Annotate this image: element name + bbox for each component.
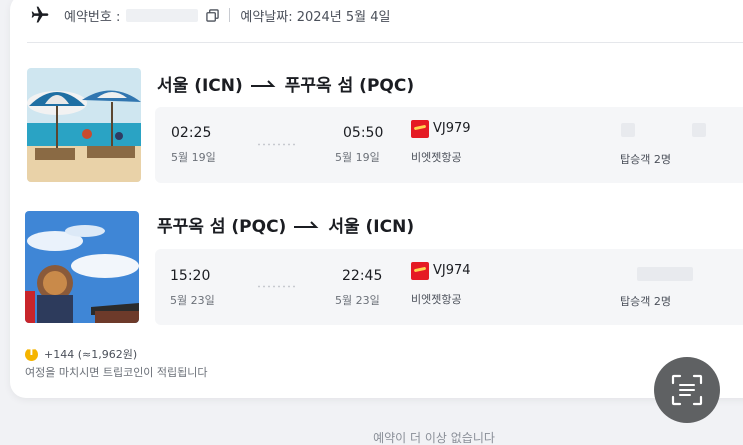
trip-coin-reward: +144 (≈1,962원)	[25, 346, 137, 362]
scan-button[interactable]	[654, 357, 720, 423]
reward-note: 여정을 마치시면 트립코인이 적립됩니다	[25, 366, 208, 379]
beach-thumbnail	[27, 68, 141, 182]
arrive-date: 5월 19일	[335, 151, 380, 164]
flight-line	[258, 285, 298, 288]
route-destination: 서울 (ICN)	[328, 217, 415, 237]
arrive-time: 05:50	[343, 125, 384, 141]
booking-date: 예약날짜: 2024년 5월 4일	[240, 9, 391, 25]
route-origin: 푸꾸옥 섬 (PQC)	[157, 217, 287, 237]
scan-document-icon	[671, 374, 703, 406]
depart-date: 5월 19일	[171, 151, 216, 164]
airplane-icon	[31, 6, 49, 23]
booking-header: 예약번호 : 예약날짜: 2024년 5월 4일	[30, 0, 390, 30]
flight-line	[258, 143, 298, 146]
route-origin: 서울 (ICN)	[157, 76, 243, 96]
route-destination: 푸꾸옥 섬 (PQC)	[284, 76, 415, 96]
booking-number-label: 예약번호 :	[64, 9, 121, 25]
airline-name: 비엣젯항공	[411, 151, 462, 164]
header-divider	[229, 8, 231, 22]
vietjet-logo-icon	[411, 262, 429, 280]
arrive-date: 5월 23일	[335, 294, 380, 307]
airline-name: 비엣젯항공	[411, 293, 462, 306]
booking-card[interactable]	[10, 0, 743, 398]
seoul-thumbnail	[25, 211, 139, 323]
depart-date: 5월 23일	[170, 294, 215, 307]
flight-number: VJ979	[433, 121, 471, 136]
blurred-passenger-info	[621, 123, 635, 137]
flight-detail-box[interactable]: 15:20 5월 23일 22:45 5월 23일 VJ974 비엣젯항공 탑승…	[155, 249, 743, 325]
route-title: 서울 (ICN) 푸꾸옥 섬 (PQC)	[157, 71, 414, 96]
arrow-right-icon	[250, 79, 276, 87]
booking-number-value	[126, 8, 199, 22]
passenger-count: 탑승객 2명	[620, 153, 671, 166]
copy-icon[interactable]	[206, 8, 220, 22]
arrow-right-icon	[294, 220, 319, 228]
passenger-count: 탑승객 2명	[620, 295, 671, 308]
depart-time: 15:20	[170, 268, 211, 284]
flight-detail-box[interactable]: 02:25 5월 19일 05:50 5월 19일 VJ979 비엣젯항공 탑승…	[155, 107, 743, 183]
no-more-bookings: 예약이 더 이상 없습니다	[373, 431, 495, 445]
blurred-passenger-info	[692, 123, 706, 137]
header-separator	[27, 42, 743, 43]
arrive-time: 22:45	[342, 268, 383, 284]
route-title: 푸꾸옥 섬 (PQC) 서울 (ICN)	[157, 212, 414, 237]
flight-number: VJ974	[433, 263, 471, 278]
blurred-passenger-info	[637, 267, 693, 281]
depart-time: 02:25	[171, 125, 212, 141]
reward-amount: +144 (≈1,962원)	[44, 348, 138, 361]
vietjet-logo-icon	[411, 120, 429, 138]
trip-coin-icon	[25, 347, 38, 361]
